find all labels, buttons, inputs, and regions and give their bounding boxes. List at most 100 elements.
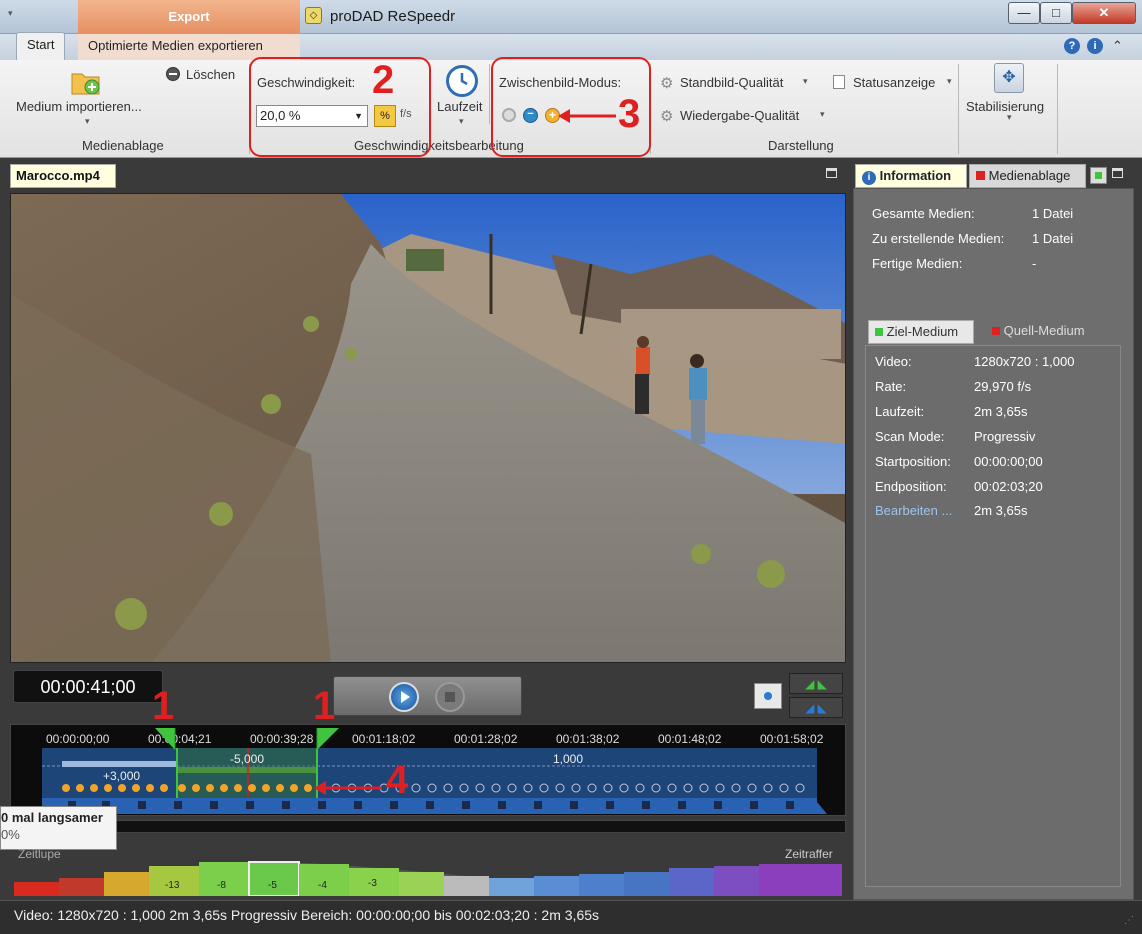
runtime-button[interactable]: Laufzeit [437,99,483,114]
clock-icon[interactable] [446,65,478,97]
about-icon[interactable]: i [1087,38,1103,54]
stabilize-dropdown-icon[interactable]: ▾ [1007,112,1012,123]
tab-information-label: Information [879,168,952,183]
chevron-down-icon[interactable]: ▾ [820,109,825,120]
detail-row: Rate: 29,970 f/s [875,379,1032,394]
video-preview [10,193,846,663]
red-square-icon [976,171,985,180]
stop-button[interactable] [435,682,465,712]
record-marker-button[interactable] [754,683,782,709]
ruler-tick: 00:01:38;02 [556,732,620,746]
media-details-box [865,345,1121,887]
zoom-out-button[interactable]: ◢ ◣ [789,697,843,718]
panel-green-button[interactable] [1090,167,1107,184]
delete-icon[interactable] [166,67,180,81]
detail-row: Startposition: 00:00:00;00 [875,454,1043,469]
detail-row: Scan Mode: Progressiv [875,429,1036,444]
delete-button[interactable]: Löschen [186,67,235,82]
segment-speed-label: +3,000 [103,769,141,783]
window-title: proDAD ReSpeedr [330,8,456,25]
tab-information[interactable]: i Information [855,164,967,188]
speed-tooltip: 0 mal langsamer 0% [0,806,117,850]
annotation-number-2: 2 [372,58,395,102]
group-label-display: Darstellung [768,138,834,153]
detail-row: Bearbeiten ... 2m 3,65s [875,503,1028,518]
segment-start-marker[interactable] [155,728,181,750]
stabilize-button[interactable]: Stabilisierung [966,99,1044,114]
annotation-number-4: 4 [386,758,409,802]
resize-grip-icon[interactable]: ⋰ [1124,915,1136,927]
help-icon[interactable]: ? [1064,38,1080,54]
gear-icon: ⚙ [660,108,674,125]
tab-source-label: Quell-Medium [1003,323,1085,338]
tab-target-media[interactable]: Ziel-Medium [868,320,974,344]
chevron-down-icon[interactable]: ▾ [803,76,808,87]
status-display-button[interactable]: Statusanzeige [853,75,935,90]
speed-curve-scale[interactable] [14,858,842,896]
ruler-tick: 00:01:48;02 [658,732,722,746]
ruler-tick: 00:00:00;00 [46,732,110,746]
tab-source-media[interactable]: Quell-Medium [986,320,1106,344]
gear-icon: ⚙ [660,75,674,92]
video-frame-image [11,194,845,662]
annotation-arrow-4 [314,781,382,795]
timeline-scrollbar[interactable] [10,820,846,833]
timecode-display: 00:00:41;00 [13,670,163,703]
play-button[interactable] [389,682,419,712]
import-media-button[interactable]: Medium importieren... [16,99,142,114]
quick-access-dropdown-icon[interactable]: ▾ [8,8,18,18]
timeline-track [42,748,827,814]
play-icon [401,691,410,703]
tab-start[interactable]: Start [16,32,66,60]
export-context-tab[interactable]: Export [78,0,300,34]
chevron-down-icon[interactable]: ▾ [947,76,952,87]
maximize-button[interactable]: □ [1040,2,1072,24]
stabilize-icon[interactable]: ✥ [994,63,1024,93]
minimize-button[interactable]: — [1008,2,1040,24]
green-square-icon [875,328,883,336]
info-row: Fertige Medien: - [872,256,1037,271]
runtime-dropdown-icon[interactable]: ▾ [459,116,464,127]
speed-mark: -3 [368,878,377,889]
ruler-tick: 00:00:39;28 [250,732,314,746]
info-row: Zu erstellende Medien: 1 Datei [872,231,1074,246]
app-logo-icon: ◇ [305,7,322,24]
tab-media-label: Medienablage [988,168,1071,183]
segment-end-marker[interactable] [315,728,341,750]
ribbon-collapse-icon[interactable]: ⌃ [1112,38,1123,54]
group-divider [489,64,490,124]
speed-mark: -5 [268,880,277,891]
tab-media-storage[interactable]: Medienablage [969,164,1086,188]
maximize-panel-icon[interactable] [826,168,837,178]
zoom-in-button[interactable]: ◢ ◣ [789,673,843,694]
playback-quality-button[interactable]: Wiedergabe-Qualität [680,108,799,123]
maximize-panel-icon[interactable] [1112,168,1123,178]
speed-mark: -4 [318,880,327,891]
close-button[interactable]: ✕ [1072,2,1136,24]
person-figure [635,336,650,414]
import-dropdown-icon[interactable]: ▾ [85,116,90,127]
speed-mark: -8 [217,880,226,891]
annotation-box-2 [249,57,431,157]
tooltip-title: 0 mal langsamer [1,810,103,825]
segment-speed-label: -5,000 [230,752,265,766]
red-square-icon [992,327,1000,335]
annotation-number-1b: 1 [313,684,336,728]
detail-row: Video: 1280x720 : 1,000 [875,354,1075,369]
group-divider [1057,64,1058,154]
detail-row: Laufzeit: 2m 3,65s [875,404,1028,419]
status-bar: Video: 1280x720 : 1,000 2m 3,65s Progres… [0,900,1142,934]
group-divider [958,64,959,154]
info-row: Gesamte Medien: 1 Datei [872,206,1074,221]
ruler-tick: 00:01:58;02 [760,732,824,746]
segment-speed-label: 1,000 [553,752,584,766]
document-icon [833,75,845,89]
tab-target-label: Ziel-Medium [886,324,959,339]
annotation-number-1a: 1 [152,684,175,728]
media-file-tab[interactable]: Marocco.mp4 [10,164,116,188]
info-icon: i [862,171,876,185]
folder-add-icon[interactable] [70,68,102,96]
still-quality-button[interactable]: Standbild-Qualität [680,75,783,90]
edit-link[interactable]: Bearbeiten ... [875,503,952,518]
tooltip-value: 0% [1,827,20,842]
